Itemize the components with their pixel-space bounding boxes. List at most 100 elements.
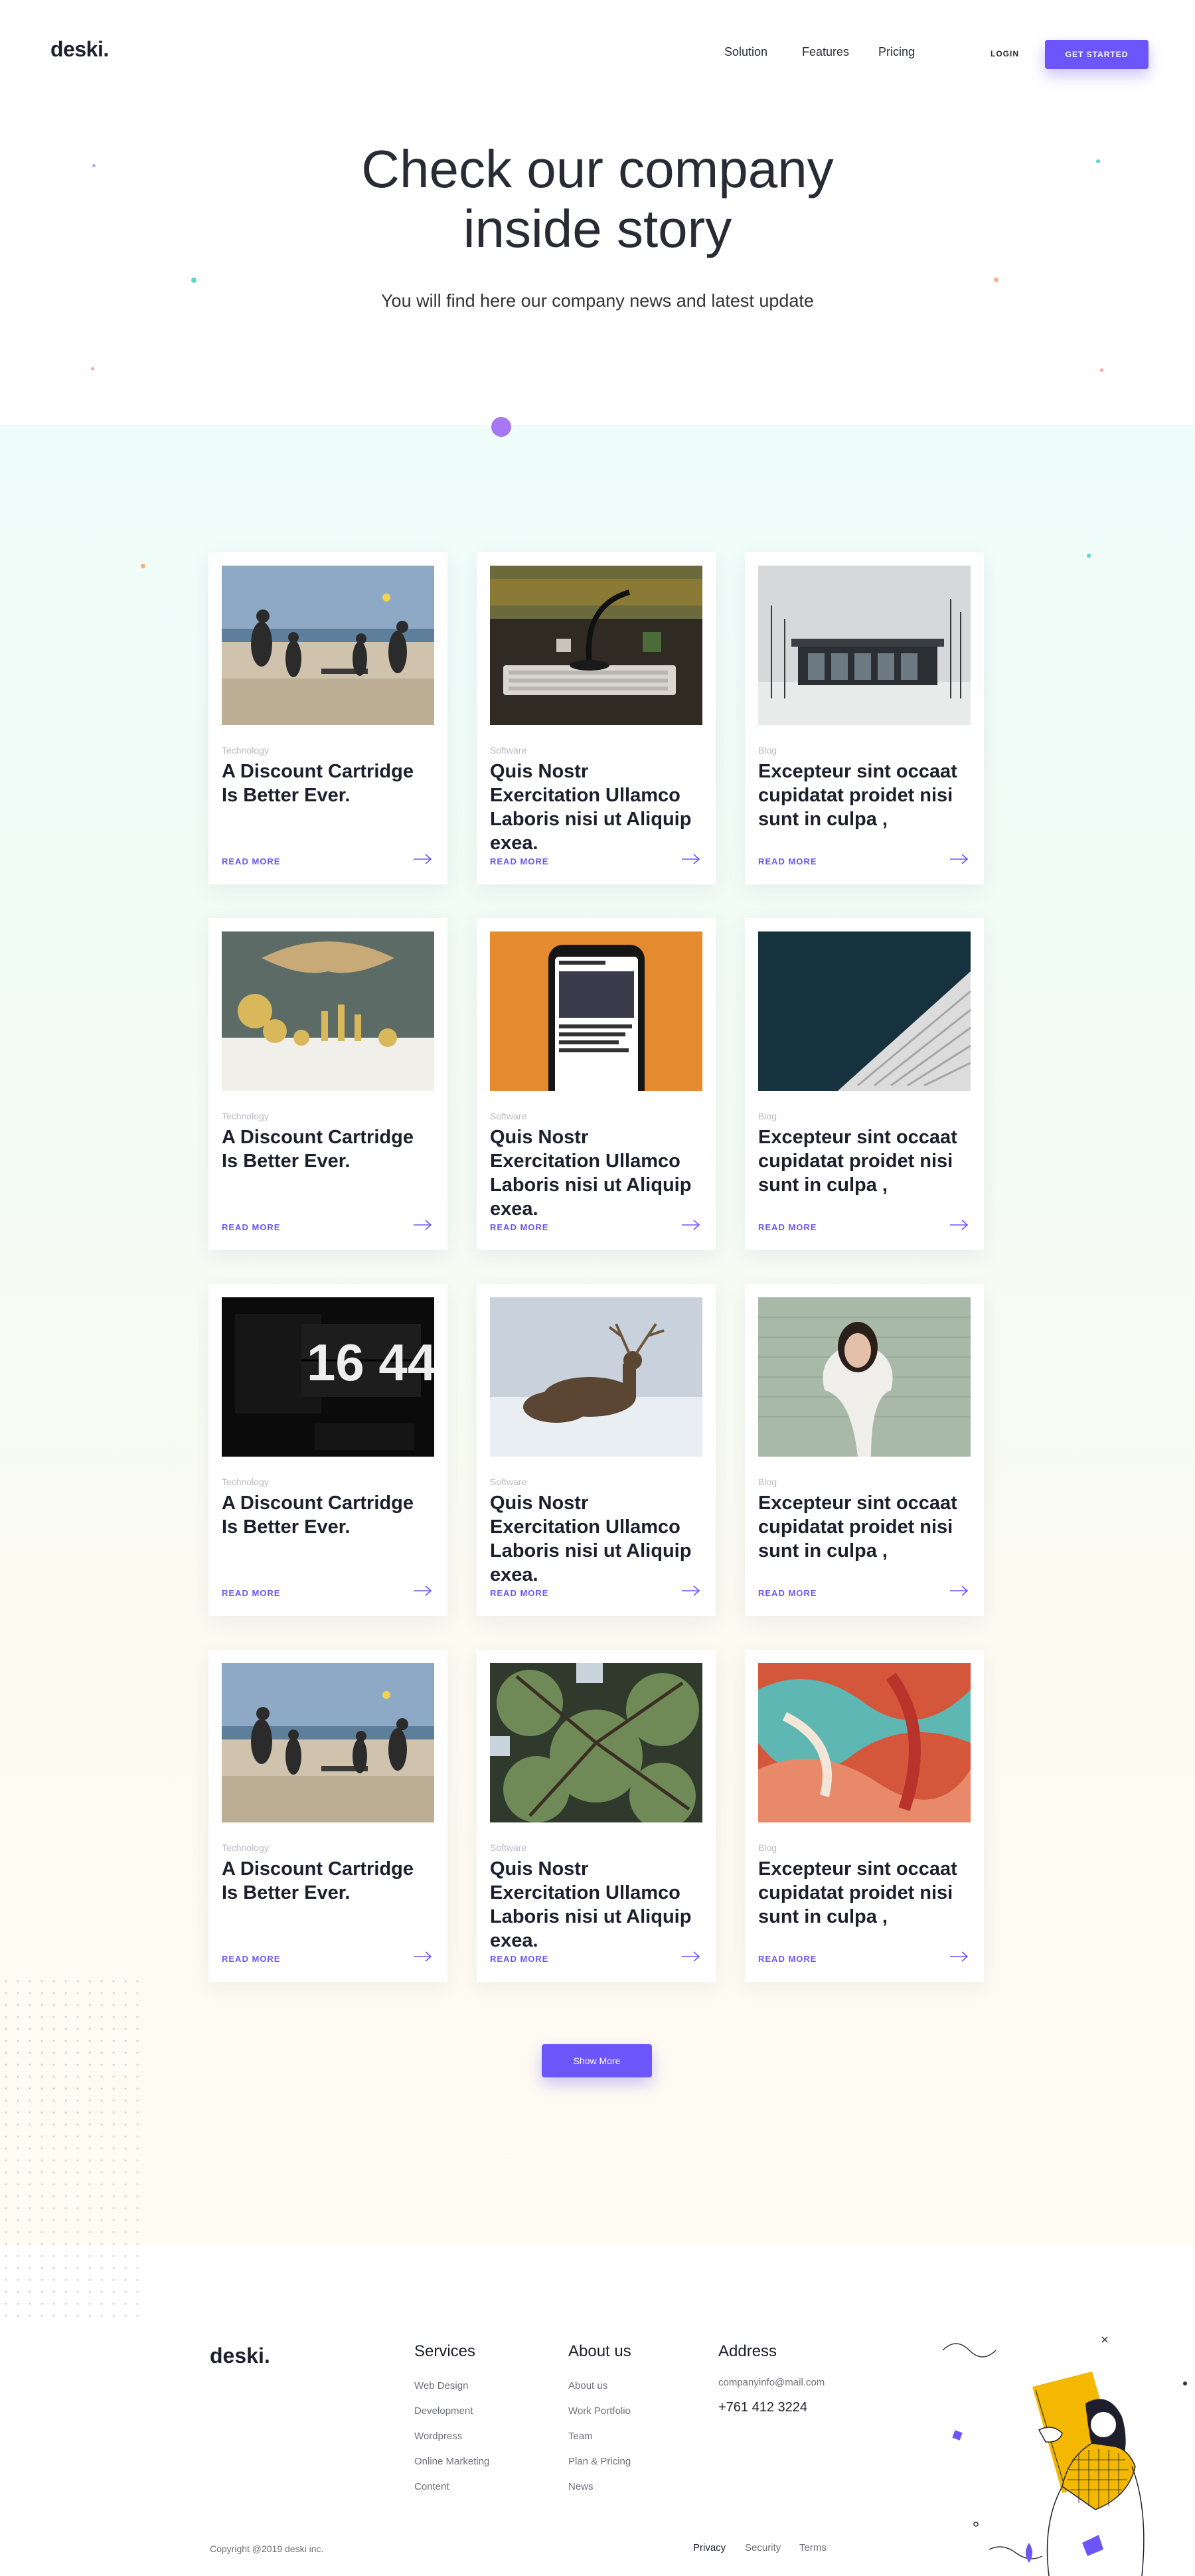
arrow-right-icon[interactable]	[413, 852, 433, 866]
card-category: Blog	[758, 745, 777, 756]
card-category: Blog	[758, 1477, 777, 1487]
get-started-button[interactable]: GET STARTED	[1045, 40, 1149, 69]
footer-security-link[interactable]: Security	[745, 2542, 781, 2553]
card-title[interactable]: A Discount Cartridge Is Better Ever.	[222, 1857, 434, 1905]
decor-dot	[141, 564, 145, 568]
card-title[interactable]: Quis Nostr Exercitation Ullamco Laboris …	[490, 1491, 702, 1587]
footer-link-team[interactable]: Team	[568, 2431, 593, 2442]
clock-digits: 16 44	[307, 1333, 434, 1392]
card-title[interactable]: Excepteur sint occaat cupidatat proidet …	[758, 1857, 971, 1929]
arrow-right-icon[interactable]	[413, 1584, 433, 1597]
card-title[interactable]: A Discount Cartridge Is Better Ever.	[222, 1491, 434, 1539]
blog-card[interactable]: Technology A Discount Cartridge Is Better…	[208, 552, 447, 884]
nav-pricing[interactable]: Pricing	[878, 45, 915, 59]
card-category: Technology	[222, 1111, 269, 1121]
card-title[interactable]: Quis Nostr Exercitation Ullamco Laboris …	[490, 1857, 702, 1953]
card-image[interactable]	[758, 1297, 971, 1457]
footer-email[interactable]: companyinfo@mail.com	[718, 2377, 825, 2388]
login-link[interactable]: LOGIN	[991, 49, 1019, 58]
footer-link-online-marketing[interactable]: Online Marketing	[414, 2456, 489, 2467]
card-image[interactable]	[490, 1663, 702, 1822]
read-more-link[interactable]: READ MORE	[222, 1222, 280, 1232]
footer-privacy-link[interactable]: Privacy	[693, 2542, 726, 2553]
footer-link-news[interactable]: News	[568, 2481, 594, 2492]
arrow-right-icon[interactable]	[681, 852, 701, 866]
blog-card[interactable]: Blog Excepteur sint occaat cupidatat proi…	[745, 1650, 984, 1982]
arrow-right-icon[interactable]	[413, 1218, 433, 1232]
blog-card[interactable]: Blog Excepteur sint occaat cupidatat proi…	[745, 918, 984, 1250]
card-image[interactable]	[758, 931, 971, 1091]
card-title[interactable]: Excepteur sint occaat cupidatat proidet …	[758, 760, 971, 831]
read-more-link[interactable]: READ MORE	[490, 1222, 548, 1232]
title-line-2: inside story	[463, 199, 732, 258]
arrow-right-icon[interactable]	[681, 1218, 701, 1232]
read-more-link[interactable]: READ MORE	[490, 1588, 548, 1598]
arrow-right-icon[interactable]	[949, 1218, 969, 1232]
card-image[interactable]	[222, 566, 434, 725]
arrow-right-icon[interactable]	[949, 1584, 969, 1597]
card-image[interactable]: 16 44	[222, 1297, 434, 1457]
arrow-right-icon[interactable]	[949, 1950, 969, 1963]
copyright: Copyright @2019 deski inc.	[210, 2543, 324, 2554]
blog-card[interactable]: Software Quis Nostr Exercitation Ullamco …	[477, 918, 716, 1250]
footer-about-heading: About us	[568, 2342, 631, 2360]
blog-card[interactable]: Technology A Discount Cartridge Is Better…	[208, 918, 447, 1250]
read-more-link[interactable]: READ MORE	[490, 1954, 548, 1964]
footer-logo[interactable]: deski.	[210, 2344, 270, 2368]
card-image[interactable]	[490, 566, 702, 725]
card-title[interactable]: Quis Nostr Exercitation Ullamco Laboris …	[490, 1125, 702, 1221]
card-title[interactable]: Quis Nostr Exercitation Ullamco Laboris …	[490, 760, 702, 855]
site-header: deski. Solution Features Pricing LOGIN G…	[0, 0, 1195, 106]
footer-link-about-us[interactable]: About us	[568, 2380, 607, 2391]
card-category: Software	[490, 1111, 527, 1121]
arrow-right-icon[interactable]	[681, 1584, 701, 1597]
card-image[interactable]	[758, 1663, 971, 1822]
footer-link-web-design[interactable]: Web Design	[414, 2380, 468, 2391]
nav-solution[interactable]: Solution	[724, 45, 767, 59]
card-image[interactable]	[758, 566, 971, 725]
read-more-link[interactable]: READ MORE	[758, 1222, 817, 1232]
page-subtitle: You will find here our company news and …	[381, 291, 814, 311]
footer-link-work-portfolio[interactable]: Work Portfolio	[568, 2405, 631, 2417]
nav-features[interactable]: Features	[802, 45, 849, 59]
read-more-link[interactable]: READ MORE	[758, 1954, 817, 1964]
decor-dot	[1096, 159, 1100, 163]
arrow-right-icon[interactable]	[949, 852, 969, 866]
footer-link-plan-pricing[interactable]: Plan & Pricing	[568, 2456, 631, 2467]
read-more-link[interactable]: READ MORE	[222, 1954, 280, 1964]
read-more-link[interactable]: READ MORE	[490, 856, 548, 866]
card-category: Software	[490, 1842, 527, 1853]
card-title[interactable]: Excepteur sint occaat cupidatat proidet …	[758, 1491, 971, 1563]
read-more-link[interactable]: READ MORE	[758, 1588, 817, 1598]
blog-card[interactable]: Technology A Discount Cartridge Is Better…	[208, 1650, 447, 1982]
card-image[interactable]	[222, 931, 434, 1091]
arrow-right-icon[interactable]	[413, 1950, 433, 1963]
decor-dot	[1087, 554, 1091, 558]
card-title[interactable]: A Discount Cartridge Is Better Ever.	[222, 1125, 434, 1173]
read-more-link[interactable]: READ MORE	[222, 1588, 280, 1598]
blog-card[interactable]: Blog Excepteur sint occaat cupidatat proi…	[745, 552, 984, 884]
card-image[interactable]	[490, 931, 702, 1091]
woman-illustration	[942, 2336, 1187, 2576]
footer-address-heading: Address	[718, 2342, 777, 2360]
decor-dot	[491, 417, 511, 437]
footer-link-development[interactable]: Development	[414, 2405, 473, 2417]
blog-card[interactable]: Software Quis Nostr Exercitation Ullamco …	[477, 1284, 716, 1616]
footer-link-content[interactable]: Content	[414, 2481, 449, 2492]
card-image[interactable]	[222, 1663, 434, 1822]
card-title[interactable]: A Discount Cartridge Is Better Ever.	[222, 760, 434, 807]
read-more-link[interactable]: READ MORE	[758, 856, 817, 866]
show-more-button[interactable]: Show More	[542, 2044, 652, 2077]
footer-link-wordpress[interactable]: Wordpress	[414, 2431, 462, 2442]
footer-terms-link[interactable]: Terms	[799, 2542, 827, 2553]
blog-card[interactable]: Blog Excepteur sint occaat cupidatat proi…	[745, 1284, 984, 1616]
decor-dot	[994, 278, 998, 282]
blog-card[interactable]: Software Quis Nostr Exercitation Ullamco …	[477, 552, 716, 884]
arrow-right-icon[interactable]	[681, 1950, 701, 1963]
card-image[interactable]	[490, 1297, 702, 1457]
read-more-link[interactable]: READ MORE	[222, 856, 280, 866]
blog-card[interactable]: Software Quis Nostr Exercitation Ullamco …	[477, 1650, 716, 1982]
blog-card[interactable]: 16 44 Technology A Discount Cartridge Is B…	[208, 1284, 447, 1616]
card-title[interactable]: Excepteur sint occaat cupidatat proidet …	[758, 1125, 971, 1197]
logo[interactable]: deski.	[50, 37, 109, 62]
